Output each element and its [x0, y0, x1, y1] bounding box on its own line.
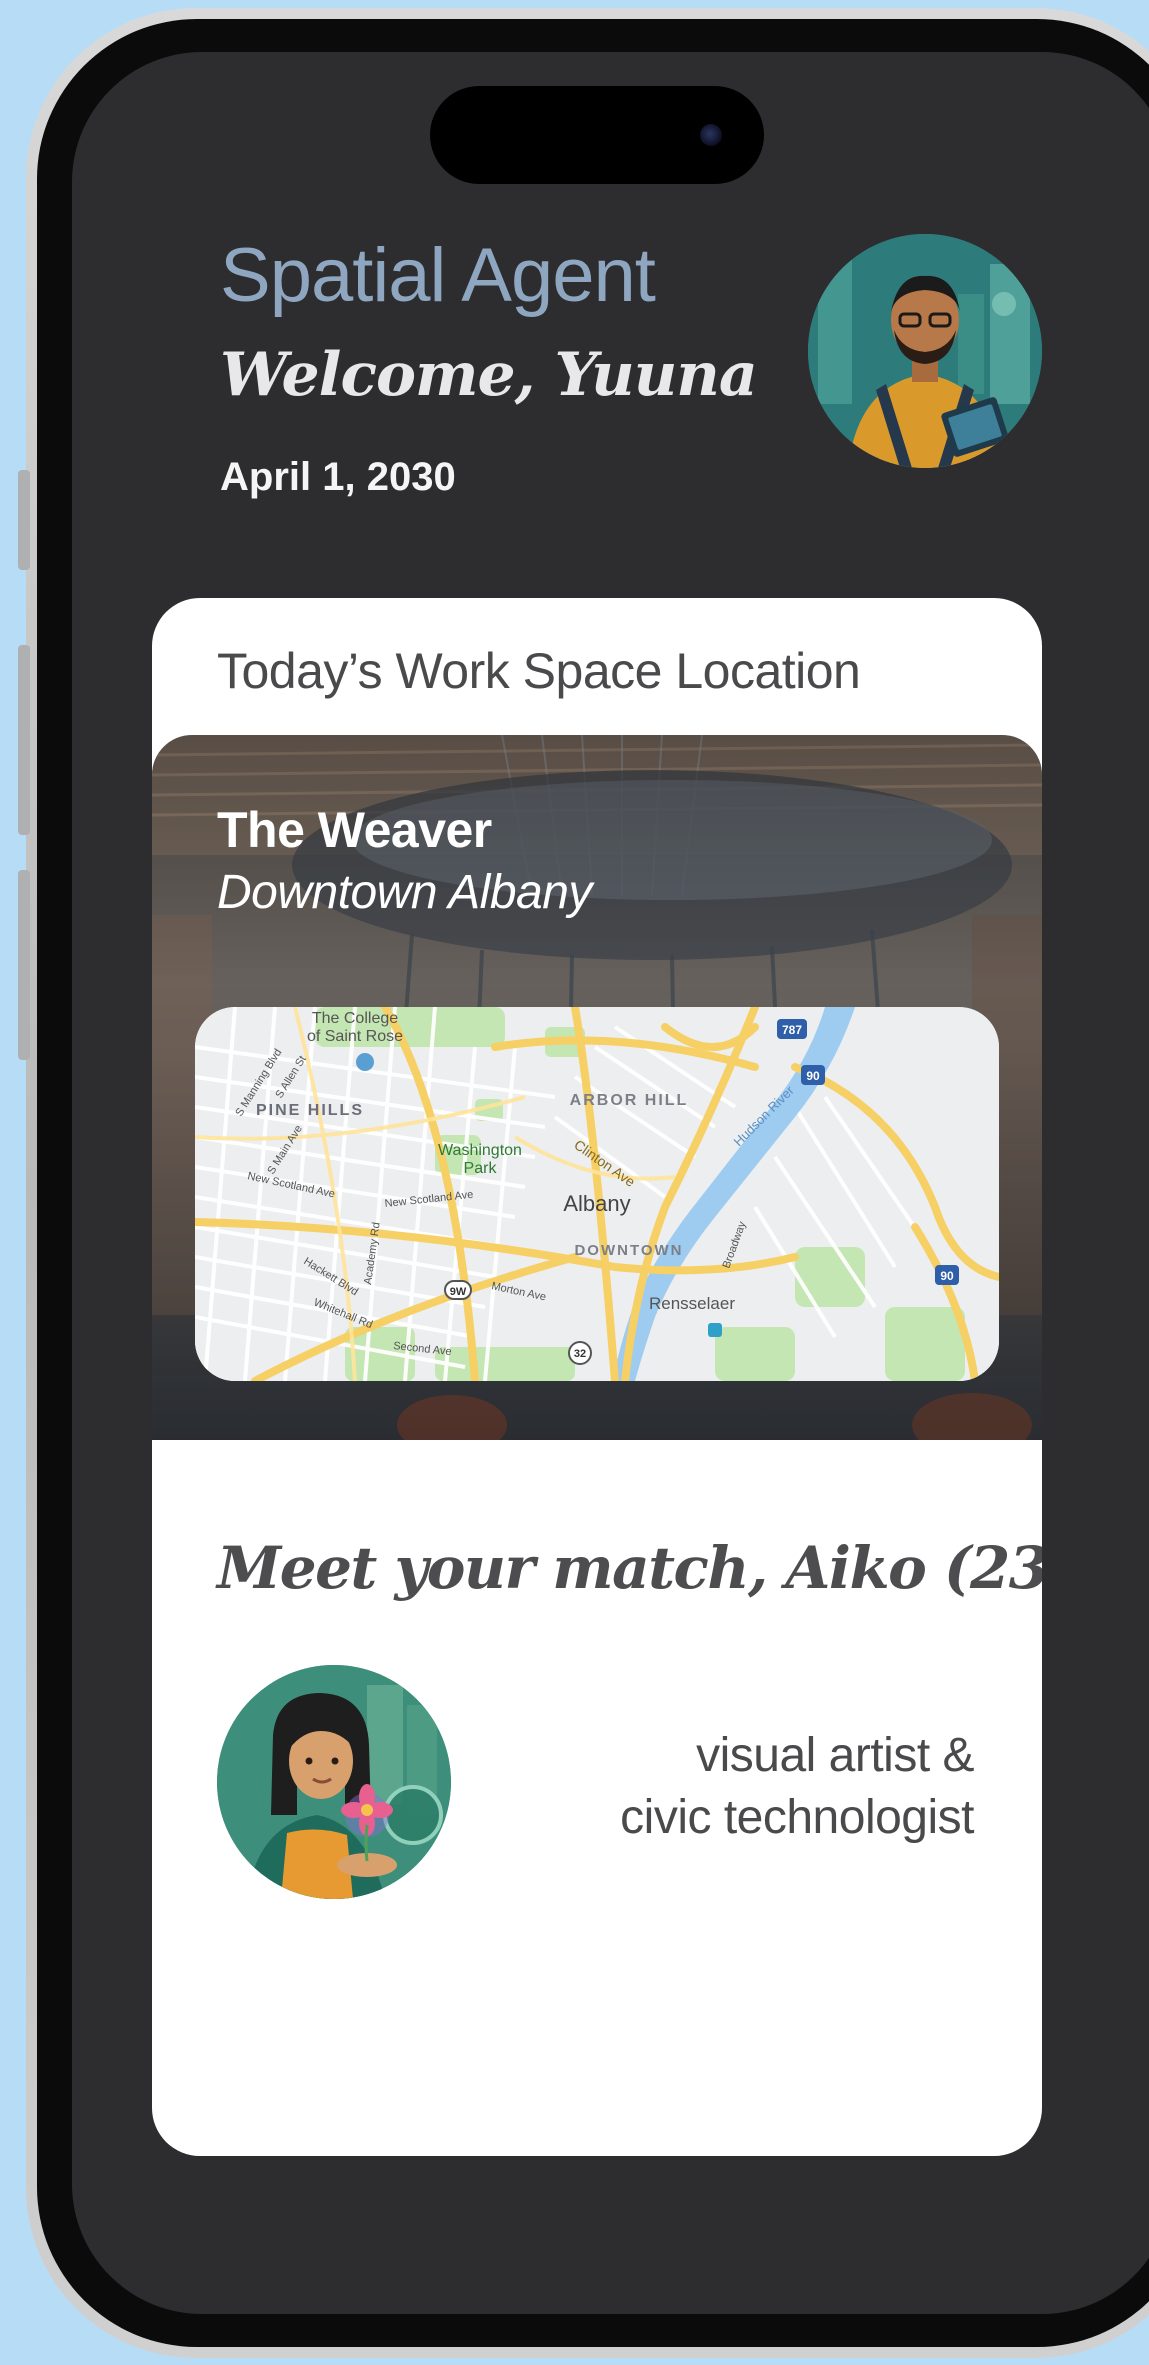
- map-label-albany: Albany: [563, 1191, 630, 1216]
- dynamic-island: [430, 86, 764, 184]
- map-label-washington: Washington: [438, 1142, 522, 1159]
- transit-station-icon: [708, 1323, 722, 1337]
- workspace-card: Today’s Work Space Location The Weaver D…: [152, 598, 1042, 2156]
- front-camera-icon: [700, 124, 722, 146]
- venue-card[interactable]: The Weaver Downtown Albany 787 90 90 9W …: [152, 735, 1042, 1440]
- map-label-downtown: DOWNTOWN: [574, 1242, 683, 1259]
- workspace-heading: Today’s Work Space Location: [217, 643, 861, 699]
- location-map[interactable]: 787 90 90 9W 32 The College of Saint Ros…: [195, 1007, 999, 1381]
- map-label-arbor-hill: ARBOR HILL: [570, 1092, 689, 1109]
- welcome-greeting: Welcome, Yuuna: [220, 340, 758, 410]
- shield-32: 32: [574, 1348, 586, 1360]
- map-canvas: 787 90 90 9W 32 The College of Saint Ros…: [195, 1007, 999, 1381]
- app-title: Spatial Agent: [220, 233, 656, 318]
- match-bio-line-1: visual artist &: [696, 1729, 974, 1782]
- map-label-rensselaer: Rensselaer: [649, 1294, 735, 1313]
- map-label-pine-hills: PINE HILLS: [256, 1102, 364, 1119]
- match-bio: visual artist & civic technologist: [454, 1725, 974, 1849]
- volume-up-button: [18, 645, 30, 835]
- match-avatar[interactable]: [217, 1665, 451, 1899]
- venue-neighborhood: Downtown Albany: [217, 866, 592, 919]
- mute-switch: [18, 470, 30, 570]
- match-title: Meet your match, Aiko (23): [217, 1534, 1042, 1602]
- phone-screen: Spatial Agent Welcome, Yuuna April 1, 20…: [72, 52, 1149, 2314]
- map-label-college: The College: [312, 1010, 398, 1027]
- shield-90-north: 90: [806, 1069, 820, 1083]
- illustrated-woman-avatar-icon: [217, 1665, 451, 1899]
- shield-9w: 9W: [450, 1286, 467, 1298]
- illustrated-man-avatar-icon: [808, 234, 1042, 468]
- user-avatar[interactable]: [808, 234, 1042, 468]
- venue-name: The Weaver: [217, 802, 492, 858]
- shield-90-east: 90: [940, 1269, 954, 1283]
- map-label-park: Park: [464, 1160, 498, 1177]
- volume-down-button: [18, 870, 30, 1060]
- college-pin-icon: [356, 1053, 374, 1071]
- shield-787: 787: [782, 1023, 802, 1037]
- map-label-college-2: of Saint Rose: [307, 1028, 403, 1045]
- match-bio-line-2: civic technologist: [620, 1791, 974, 1844]
- current-date: April 1, 2030: [220, 455, 456, 499]
